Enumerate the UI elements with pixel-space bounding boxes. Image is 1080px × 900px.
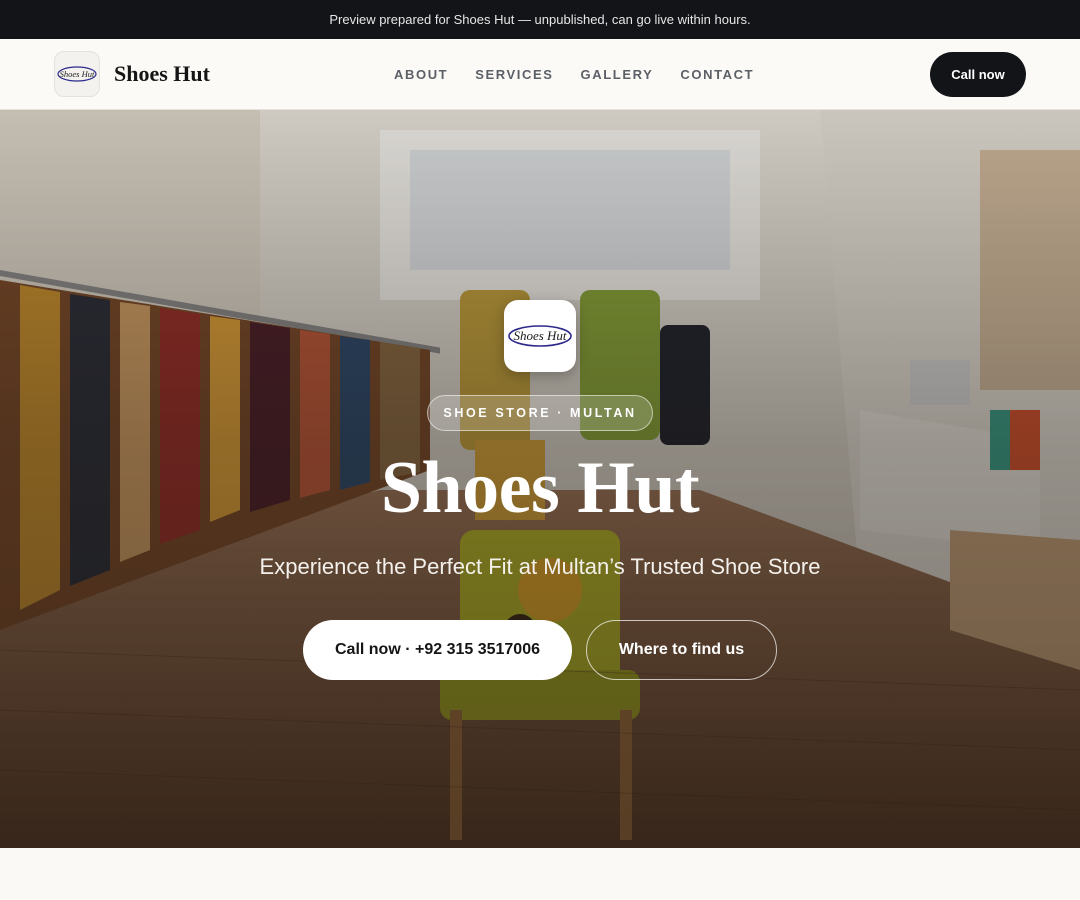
nav-link-services[interactable]: SERVICES (475, 67, 553, 82)
header-call-button[interactable]: Call now (930, 52, 1026, 97)
nav-link-contact[interactable]: CONTACT (680, 67, 754, 82)
main-nav: ABOUT SERVICES GALLERY CONTACT (394, 39, 754, 110)
category-badge: SHOE STORE · MULTAN (427, 395, 653, 431)
brand[interactable]: Shoes Hut Shoes Hut (54, 51, 210, 97)
nav-link-about[interactable]: ABOUT (394, 67, 448, 82)
hero-subtitle: Experience the Perfect Fit at Multan’s T… (259, 554, 821, 579)
preview-banner-text: Preview prepared for Shoes Hut — unpubli… (329, 12, 751, 27)
brand-logo-text: Shoes Hut (60, 69, 95, 79)
brand-logo: Shoes Hut (54, 51, 100, 97)
next-section (0, 848, 1080, 900)
hero-logo: Shoes Hut (504, 300, 576, 372)
find-us-button[interactable]: Where to find us (586, 620, 777, 680)
brand-name[interactable]: Shoes Hut (114, 61, 210, 87)
hero-logo-text: Shoes Hut (513, 328, 566, 343)
nav-link-gallery[interactable]: GALLERY (581, 67, 654, 82)
call-now-button[interactable]: Call now · +92 315 3517006 (303, 620, 572, 680)
preview-banner: Preview prepared for Shoes Hut — unpubli… (0, 0, 1080, 39)
hero-title: Shoes Hut (380, 447, 700, 529)
hero-section: Shoes Hut SHOE STORE · MULTAN Shoes Hut … (0, 110, 1080, 848)
site-header: Shoes Hut Shoes Hut ABOUT SERVICES GALLE… (0, 39, 1080, 110)
